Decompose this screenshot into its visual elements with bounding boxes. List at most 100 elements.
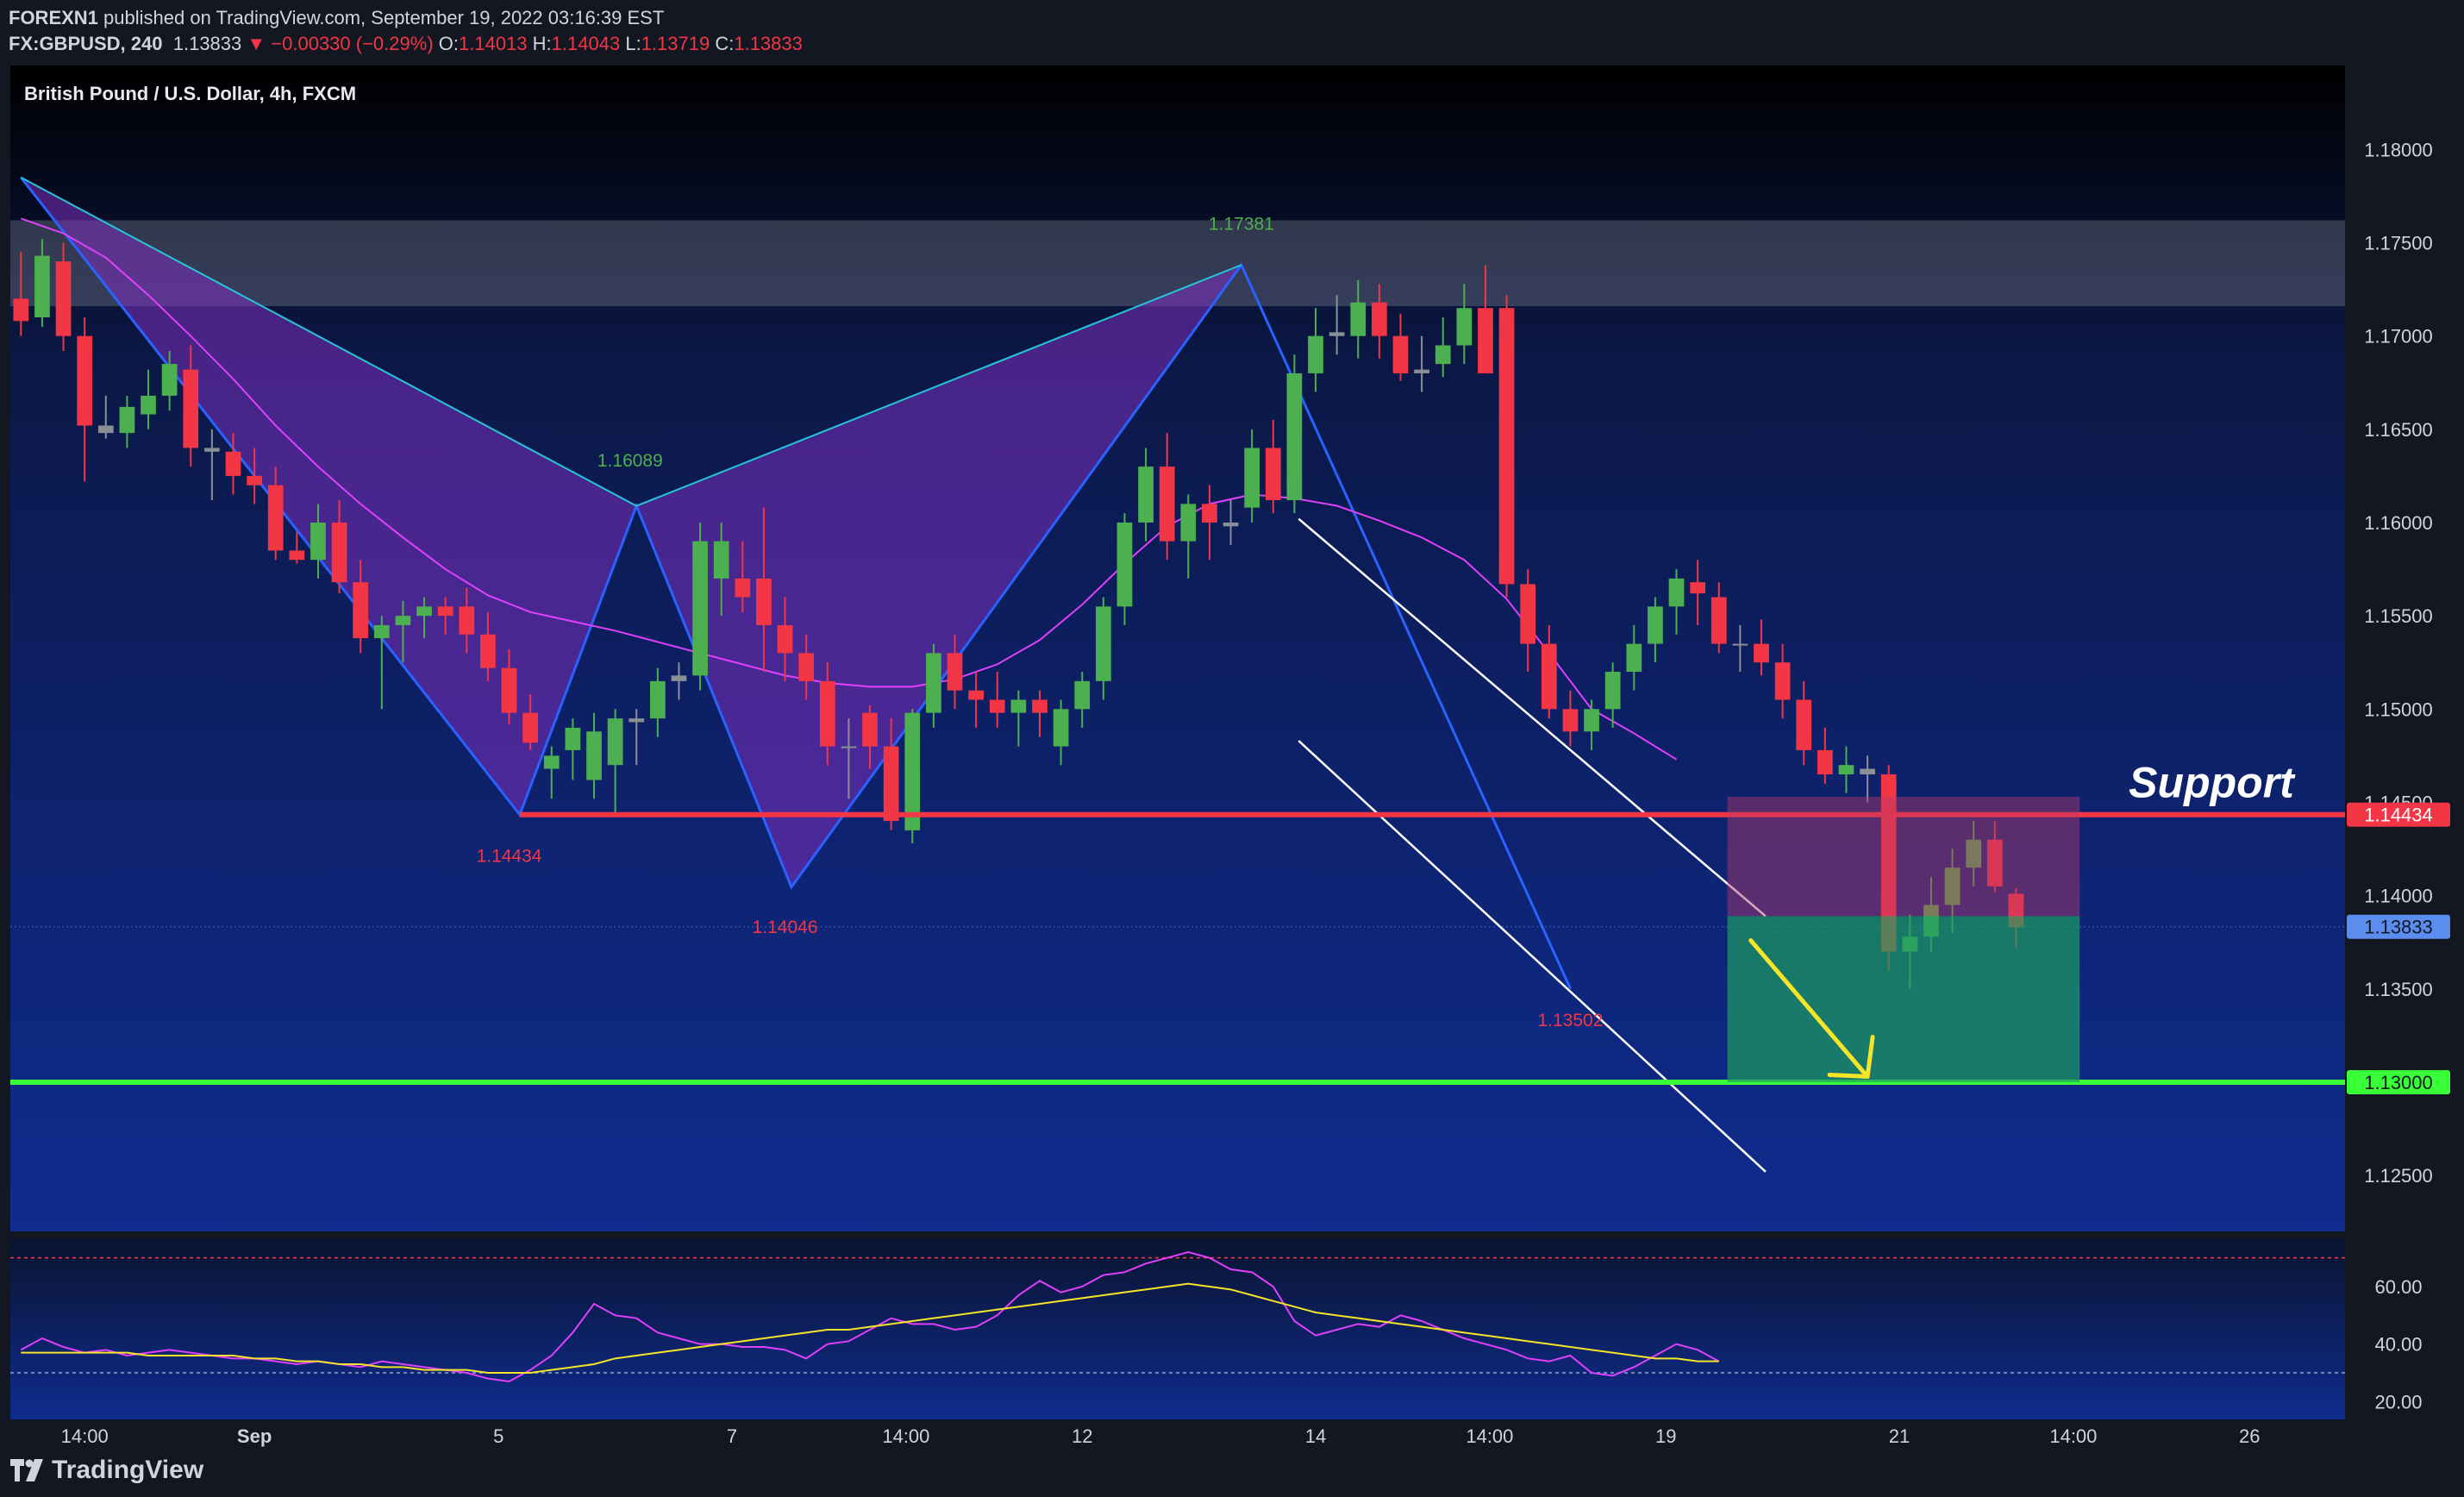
candle-body <box>501 667 517 713</box>
candle-body <box>522 712 539 743</box>
axis-bg <box>2345 66 2464 1449</box>
candle-body <box>1180 504 1197 542</box>
candle-body <box>34 255 50 318</box>
last-price: 1.13833 <box>172 33 242 54</box>
candle-body <box>968 690 984 700</box>
candle-body <box>798 653 815 681</box>
candle-body <box>989 699 1005 713</box>
candle-body <box>1095 606 1111 681</box>
open-value: 1.14013 <box>459 33 528 54</box>
candle-body <box>629 718 645 723</box>
high-label: H: <box>532 33 552 54</box>
x-axis-tick: 19 <box>1655 1425 1676 1447</box>
candle-body <box>459 606 475 635</box>
candle-body <box>692 541 708 676</box>
candle-body <box>947 653 963 691</box>
candle-body <box>1032 699 1048 713</box>
y-axis-tick: 1.18000 <box>2364 139 2433 160</box>
x-axis-tick: 14:00 <box>882 1425 929 1447</box>
price-label-text: 1.14434 <box>2364 805 2433 826</box>
y-axis-tick: 1.16000 <box>2364 512 2433 534</box>
footer: TradingView <box>0 1449 2464 1497</box>
support-label: Support <box>2129 759 2296 807</box>
candle-body <box>97 425 114 434</box>
candle-body <box>777 624 793 654</box>
candle-body <box>1562 709 1579 732</box>
candle-body <box>1010 699 1027 713</box>
close-value: 1.13833 <box>734 33 803 54</box>
x-axis-tick: 14:00 <box>2049 1425 2097 1447</box>
candle-body <box>1372 302 1387 336</box>
candle-body <box>183 369 199 448</box>
pivot-price-label: 1.14046 <box>753 918 818 937</box>
candle-body <box>437 606 453 617</box>
candle-body <box>1392 335 1409 373</box>
tradingview-logo-icon <box>10 1459 43 1481</box>
candle-body <box>1754 643 1769 663</box>
chart-title: British Pound / U.S. Dollar, 4h, FXCM <box>24 83 356 104</box>
candle-body <box>141 395 156 415</box>
publisher-line: FOREXN1 published on TradingView.com, Se… <box>9 7 664 29</box>
price-label-text: 1.13833 <box>2364 917 2433 938</box>
candle-body <box>1541 643 1557 710</box>
candle-body <box>862 712 878 747</box>
candle-body <box>1478 308 1493 373</box>
candle-body <box>1604 672 1621 710</box>
low-label: L: <box>625 33 641 54</box>
candle-body <box>1265 448 1281 501</box>
candle-body <box>1138 467 1154 523</box>
candle-body <box>1202 504 1217 523</box>
candle-body <box>1584 709 1599 732</box>
candle-body <box>55 261 72 336</box>
candle-body <box>543 755 560 769</box>
publisher-name[interactable]: FOREXN1 <box>9 7 98 28</box>
candle-body <box>735 578 751 598</box>
candle-body <box>1690 582 1706 594</box>
y-axis-tick: 1.17500 <box>2364 233 2433 254</box>
published-text: published on TradingView.com, September … <box>103 7 665 28</box>
candle-body <box>247 475 262 485</box>
candle-body <box>1817 749 1833 775</box>
candle-body <box>1710 597 1727 644</box>
candle-body <box>373 624 390 639</box>
candle-body <box>649 680 666 719</box>
header-bar: FOREXN1 published on TradingView.com, Se… <box>0 0 2464 66</box>
x-axis-tick: 26 <box>2239 1425 2260 1447</box>
candle-body <box>77 335 93 426</box>
symbol-label: FX:GBPUSD, 240 <box>9 33 163 54</box>
y-axis-tick: 1.17000 <box>2364 326 2433 348</box>
y-axis-tick: 1.12500 <box>2364 1165 2433 1187</box>
candle-body <box>1838 765 1854 775</box>
tradingview-logo[interactable]: TradingView <box>10 1456 203 1485</box>
x-axis-tick: 14:00 <box>1466 1425 1513 1447</box>
candle-body <box>883 746 899 822</box>
take-profit-zone[interactable] <box>1727 916 2080 1082</box>
candle-body <box>204 448 220 452</box>
candle-body <box>1414 369 1429 373</box>
candle-body <box>671 675 687 681</box>
candle-body <box>225 451 241 476</box>
candle-body <box>819 680 835 747</box>
rsi-axis-tick: 60.00 <box>2374 1276 2422 1298</box>
candle-body <box>310 522 326 561</box>
candle-body <box>1308 335 1323 373</box>
candle-body <box>1329 332 1345 336</box>
stop-loss-zone[interactable] <box>1727 796 2080 917</box>
x-axis-tick: Sep <box>237 1425 272 1447</box>
candle-body <box>1244 448 1260 508</box>
candle-body <box>1435 345 1451 365</box>
x-axis-tick: 21 <box>1889 1425 1910 1447</box>
candle-body <box>1223 522 1239 527</box>
rsi-axis-tick: 40.00 <box>2374 1334 2422 1356</box>
price-chart[interactable]: Support 1.17381 1.16089 1.14434 1.14046 1.135… <box>0 66 2464 1449</box>
candle-body <box>1159 467 1175 542</box>
y-axis-tick: 1.13500 <box>2364 979 2433 1000</box>
candle-body <box>119 406 135 434</box>
candle-body <box>713 541 729 579</box>
x-axis-tick: 12 <box>1072 1425 1092 1447</box>
candle-body <box>1796 699 1812 750</box>
candle-body <box>353 582 369 639</box>
candle-body <box>1668 578 1685 607</box>
price-change: ▼ −0.00330 (−0.29%) <box>247 33 434 54</box>
candle-body <box>331 522 347 583</box>
